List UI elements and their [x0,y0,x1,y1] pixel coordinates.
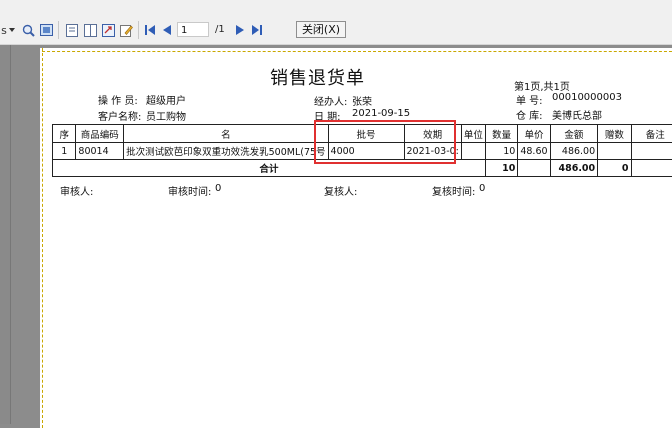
last-page-icon[interactable] [250,21,264,39]
next-page-icon[interactable] [233,21,247,39]
total-amount: 486.00 [550,160,598,177]
close-button[interactable]: 关闭(X) [296,21,346,38]
review-time-value: 0 [215,183,221,194]
order-number: 00010000003 [552,92,622,103]
left-panel-edge [0,45,11,424]
zoom-icon[interactable] [20,21,36,39]
document-title: 销售退货单 [270,64,365,90]
cell-price: 48.60 [518,143,550,160]
page-number-input[interactable]: 1 [177,22,209,37]
col-header-code: 商品编码 [76,125,124,143]
handler-value: 张荣 [352,93,372,108]
review-time-label: 审核时间: [168,183,211,198]
page-info: 第1页,共1页 [514,78,570,93]
table-total-row: 合计 10 486.00 0 [53,160,672,177]
warehouse-label: 仓 库: [516,107,543,122]
recheck-time-label: 复核时间: [432,183,475,198]
col-header-gift: 赠数 [598,125,631,143]
total-qty: 10 [485,160,517,177]
col-header-seq: 序 [53,125,76,143]
warehouse-value: 美博氏总部 [552,107,602,122]
col-header-qty: 数量 [485,125,517,143]
total-label: 合计 [53,160,486,177]
date-value: 2021-09-15 [352,108,410,119]
page-total: /1 [215,22,225,37]
cell-name: 批次测试欧芭印象双重功效洗发乳500ML(75号 [124,143,328,160]
export-icon[interactable] [100,21,116,39]
prev-page-icon[interactable] [160,21,174,39]
operator-value: 超级用户 [146,92,186,107]
cell-qty: 10 [485,143,517,160]
order-label: 单 号: [516,92,543,107]
col-header-unit: 单位 [461,125,485,143]
col-header-price: 单价 [518,125,550,143]
recheck-time-value: 0 [479,183,485,194]
col-header-name: 名 [124,125,328,143]
table-row: 1 80014 批次测试欧芭印象双重功效洗发乳500ML(75号 4000 20… [53,143,672,160]
page-margin-line-top [42,51,672,52]
total-remark-empty [631,160,672,177]
col-header-batch: 批号 [328,125,404,143]
reviewer-label: 审核人: [60,183,93,198]
col-header-remark: 备注 [631,125,672,143]
total-gift: 0 [598,160,631,177]
operator-label: 操 作 员: [98,92,138,107]
cell-code: 80014 [76,143,124,160]
rechecker-label: 复核人: [324,183,357,198]
customer-label: 客户名称: [98,108,141,123]
col-header-amount: 金额 [550,125,598,143]
page-view-icon[interactable] [38,21,54,39]
cell-unit [461,143,485,160]
report-toolbar: s 1 /1 关闭(X) [0,0,672,45]
customer-value: 员工购物 [146,108,186,123]
handler-label: 经办人: [314,93,347,108]
cell-gift [598,143,631,160]
table-header-row: 序 商品编码 名 批号 效期 单位 数量 单价 金额 赠数 备注 [53,125,672,143]
two-page-icon[interactable] [82,21,98,39]
toolbar-partial-label: s [0,21,8,39]
edit-icon[interactable] [118,21,134,39]
col-header-expiry: 效期 [404,125,461,143]
cell-amount: 486.00 [550,143,598,160]
date-label: 日 期: [314,108,341,123]
report-page: 销售退货单 第1页,共1页 操 作 员: 超级用户 经办人: 张荣 单 号: 0… [40,48,672,428]
cell-batch: 4000 [328,143,404,160]
single-page-icon[interactable] [64,21,80,39]
total-price-empty [518,160,550,177]
goods-table: 序 商品编码 名 批号 效期 单位 数量 单价 金额 赠数 备注 1 80014… [52,124,672,177]
cell-remark [631,143,672,160]
dropdown-icon[interactable] [8,21,16,39]
page-margin-line [42,48,43,428]
cell-seq: 1 [53,143,76,160]
first-page-icon[interactable] [143,21,157,39]
cell-expiry: 2021-03-0: [404,143,461,160]
